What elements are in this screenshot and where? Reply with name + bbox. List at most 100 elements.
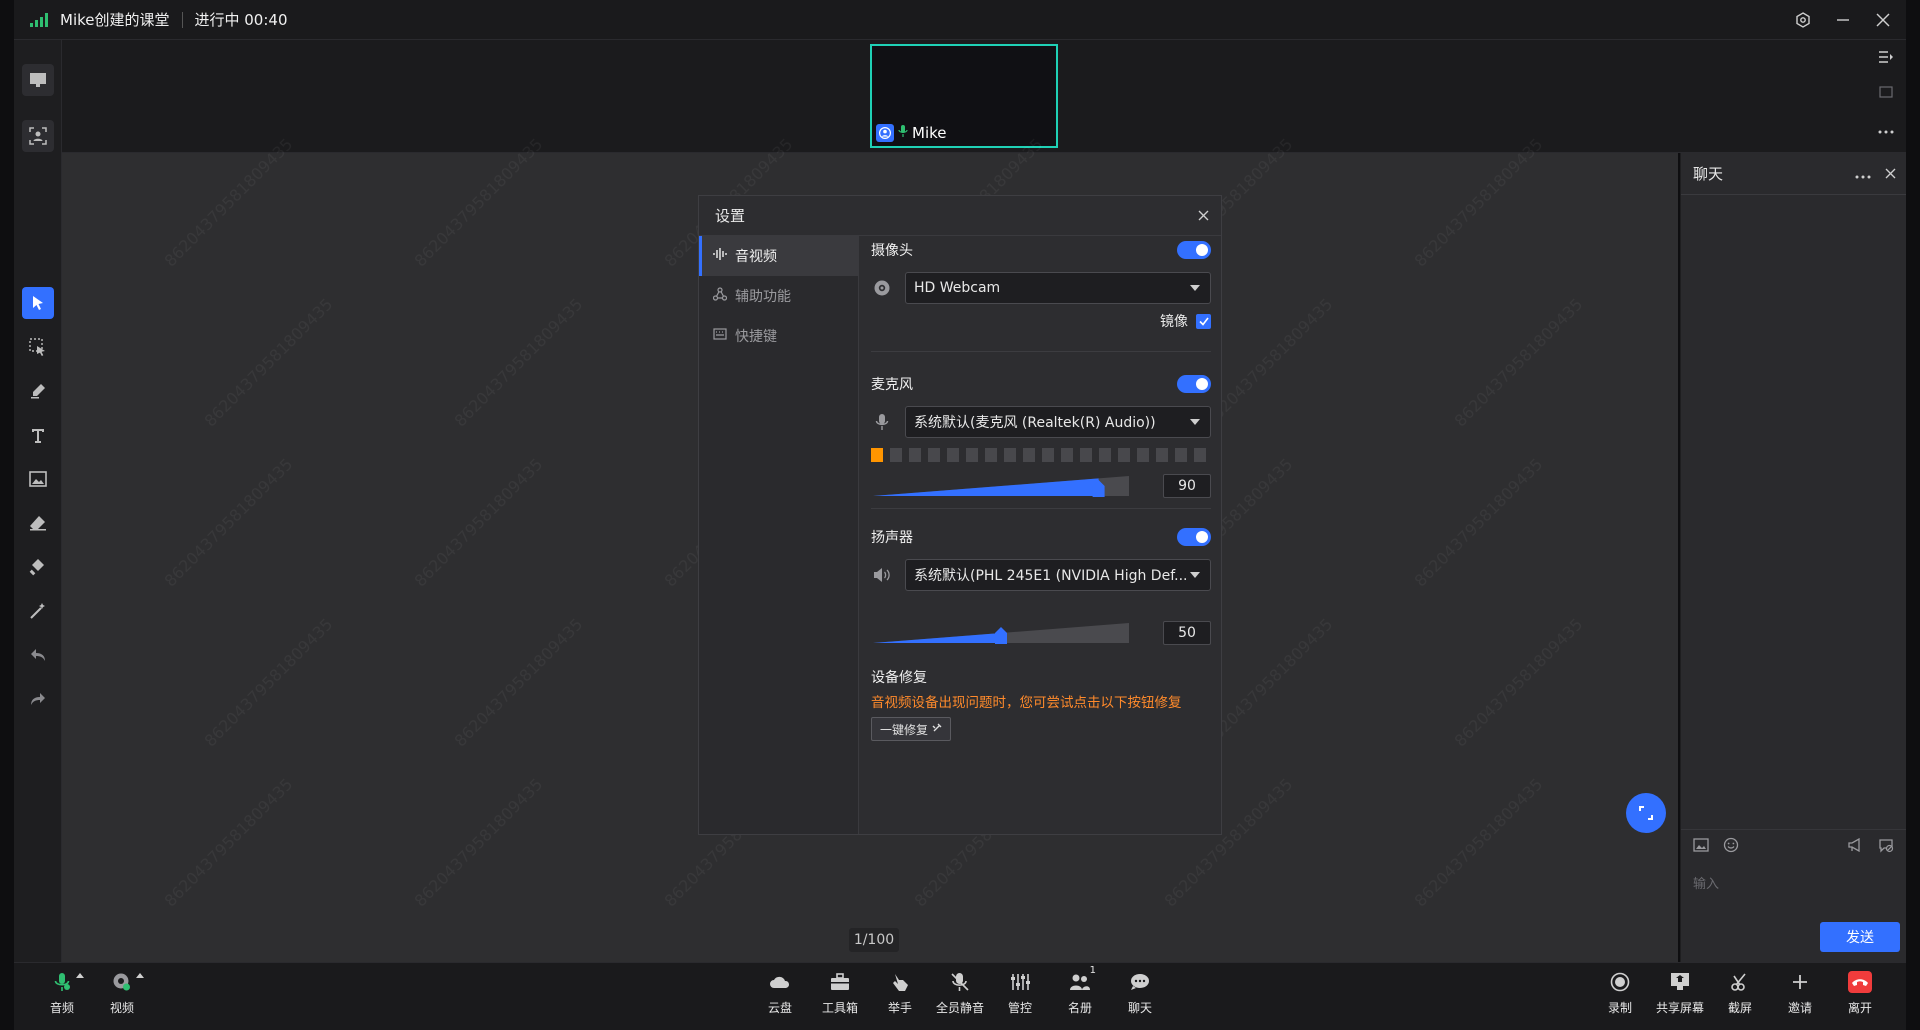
watermark-text: 8620437958180943​5: [450, 294, 587, 431]
record-button[interactable]: 录制: [1592, 971, 1648, 1025]
level-segment: [1099, 448, 1111, 462]
audio-wave-icon: [713, 247, 727, 265]
page-indicator: 1/100: [849, 928, 899, 952]
camera-device-select[interactable]: HD Webcam: [905, 272, 1211, 304]
nav-item-audio-video[interactable]: 音视频: [699, 236, 858, 276]
leave-button[interactable]: 离开: [1832, 971, 1888, 1025]
watermark-text: 8620437958180943​5: [200, 614, 337, 751]
camera-toggle[interactable]: [1177, 241, 1211, 259]
speaker-volume-slider[interactable]: [871, 621, 1131, 645]
undo-icon[interactable]: [22, 639, 54, 671]
mirror-checkbox[interactable]: [1196, 313, 1211, 329]
dialog-header: 设置: [699, 196, 1221, 236]
toolbar-button-label: 离开: [1847, 1001, 1872, 1015]
pointer-tool-icon[interactable]: [22, 287, 54, 319]
image-tool-icon[interactable]: [22, 463, 54, 495]
toolbar-button-label: 聊天: [1127, 1001, 1152, 1015]
emoji-icon[interactable]: [1723, 837, 1739, 857]
keyboard-icon: [713, 328, 727, 344]
dialog-close-icon[interactable]: [1195, 207, 1211, 223]
hangup-icon: [1848, 971, 1872, 993]
chat-mute-icon[interactable]: [1878, 837, 1894, 857]
settings-hex-icon[interactable]: [1794, 11, 1812, 29]
slides-toggle-icon[interactable]: [22, 64, 54, 96]
send-button[interactable]: 发送: [1820, 922, 1900, 952]
minimize-icon[interactable]: [1834, 11, 1852, 29]
more-options-icon[interactable]: [1878, 122, 1894, 138]
chevron-up-icon[interactable]: [136, 973, 144, 978]
microphone-device-select[interactable]: 系统默认(麦克风 (Realtek(R) Audio)): [905, 406, 1211, 438]
speaker-device-select[interactable]: 系统默认(PHL 245E1 (NVIDIA High Def...: [905, 559, 1211, 591]
chevron-down-icon: [1190, 572, 1200, 578]
mute-all-button[interactable]: 全员静音: [932, 971, 988, 1025]
toolbox-button[interactable]: 工具箱: [812, 971, 868, 1025]
chat-button[interactable]: 聊天: [1112, 971, 1168, 1025]
more-options-icon[interactable]: [1855, 165, 1871, 183]
level-segment: [1156, 448, 1168, 462]
settings-body: 摄像头 HD Webcam 镜像 麦克风 系统默认(麦克风 (Realtek(R…: [859, 236, 1221, 834]
toolbar-button-label: 名册: [1067, 1001, 1092, 1015]
one-click-repair-button[interactable]: 一键修复: [871, 717, 952, 741]
signal-strength-icon: [30, 12, 48, 27]
microphone-volume-row: 90: [871, 474, 1211, 498]
chevron-up-icon[interactable]: [76, 973, 84, 978]
mute-all-icon: [948, 971, 972, 993]
video-button[interactable]: 视频: [94, 971, 150, 1025]
close-icon[interactable]: [1874, 11, 1892, 29]
microphone-volume-input[interactable]: 90: [1163, 474, 1211, 498]
pip-window-icon[interactable]: [1879, 86, 1893, 104]
image-upload-icon[interactable]: [1693, 837, 1709, 856]
speaker-device-value: 系统默认(PHL 245E1 (NVIDIA High Def...: [914, 568, 1188, 584]
roster-icon: 1: [1068, 965, 1096, 993]
screenshot-button[interactable]: 截屏: [1712, 971, 1768, 1025]
watermark-text: 8620437958180943​5: [450, 614, 587, 751]
invite-button[interactable]: 邀请: [1772, 971, 1828, 1025]
section-divider: [871, 351, 1211, 352]
announcement-icon[interactable]: [1848, 837, 1864, 856]
layout-list-icon[interactable]: [1878, 50, 1894, 68]
audio-button[interactable]: 音频: [34, 971, 90, 1025]
screenshot-icon: [1728, 971, 1752, 993]
participant-video-tile[interactable]: Mike: [870, 44, 1058, 148]
level-segment: [928, 448, 940, 462]
chat-toolbar: [1681, 829, 1906, 863]
pen-tool-icon[interactable]: [22, 375, 54, 407]
control-button[interactable]: 管控: [992, 971, 1048, 1025]
speaker-section-header: 扬声器: [871, 528, 1211, 546]
microphone-level-meter: [871, 448, 1211, 462]
speaker-volume-input[interactable]: 50: [1163, 621, 1211, 645]
nav-item-accessibility[interactable]: 辅助功能: [699, 276, 858, 316]
toolbar-button-label: 举手: [887, 1001, 912, 1015]
raise-hand-button[interactable]: 举手: [872, 971, 928, 1025]
expand-fullscreen-icon[interactable]: [1626, 793, 1666, 833]
microphone-on-icon: [898, 124, 908, 142]
level-segment: [1118, 448, 1130, 462]
chevron-down-icon: [1190, 419, 1200, 425]
repair-hint: 音视频设备出现问题时，您可尝试点击以下按钮修复: [871, 695, 1182, 711]
microphone-toggle[interactable]: [1177, 375, 1211, 393]
level-segment: [871, 448, 883, 462]
watermark-text: 8620437958180943​5: [160, 454, 297, 591]
magic-wand-icon[interactable]: [22, 595, 54, 627]
paint-roller-icon[interactable]: [22, 551, 54, 583]
chevron-down-icon: [1190, 285, 1200, 291]
repair-label: 设备修复: [871, 670, 927, 686]
roster-button[interactable]: 1 名册: [1052, 965, 1108, 1025]
chat-input[interactable]: 输入: [1693, 873, 1719, 892]
eraser-tool-icon[interactable]: [22, 507, 54, 539]
slider-handle[interactable]: [995, 627, 1007, 644]
selection-tool-icon[interactable]: [22, 331, 54, 363]
microphone-volume-slider[interactable]: [871, 474, 1131, 498]
participant-name: Mike: [912, 124, 947, 142]
speaker-toggle[interactable]: [1177, 528, 1211, 546]
chat-close-icon[interactable]: [1885, 165, 1896, 183]
cloud-drive-button[interactable]: 云盘: [752, 971, 808, 1025]
nav-item-shortcuts[interactable]: 快捷键: [699, 316, 858, 356]
share-screen-button[interactable]: 共享屏幕: [1652, 971, 1708, 1025]
watermark-text: 8620437958180943​5: [1450, 294, 1587, 431]
watermark-text: 8620437958180943​5: [200, 294, 337, 431]
redo-icon[interactable]: [22, 683, 54, 715]
raise-hand-icon: [888, 971, 912, 993]
text-tool-icon[interactable]: [22, 419, 54, 451]
focus-frame-icon[interactable]: [22, 120, 54, 152]
